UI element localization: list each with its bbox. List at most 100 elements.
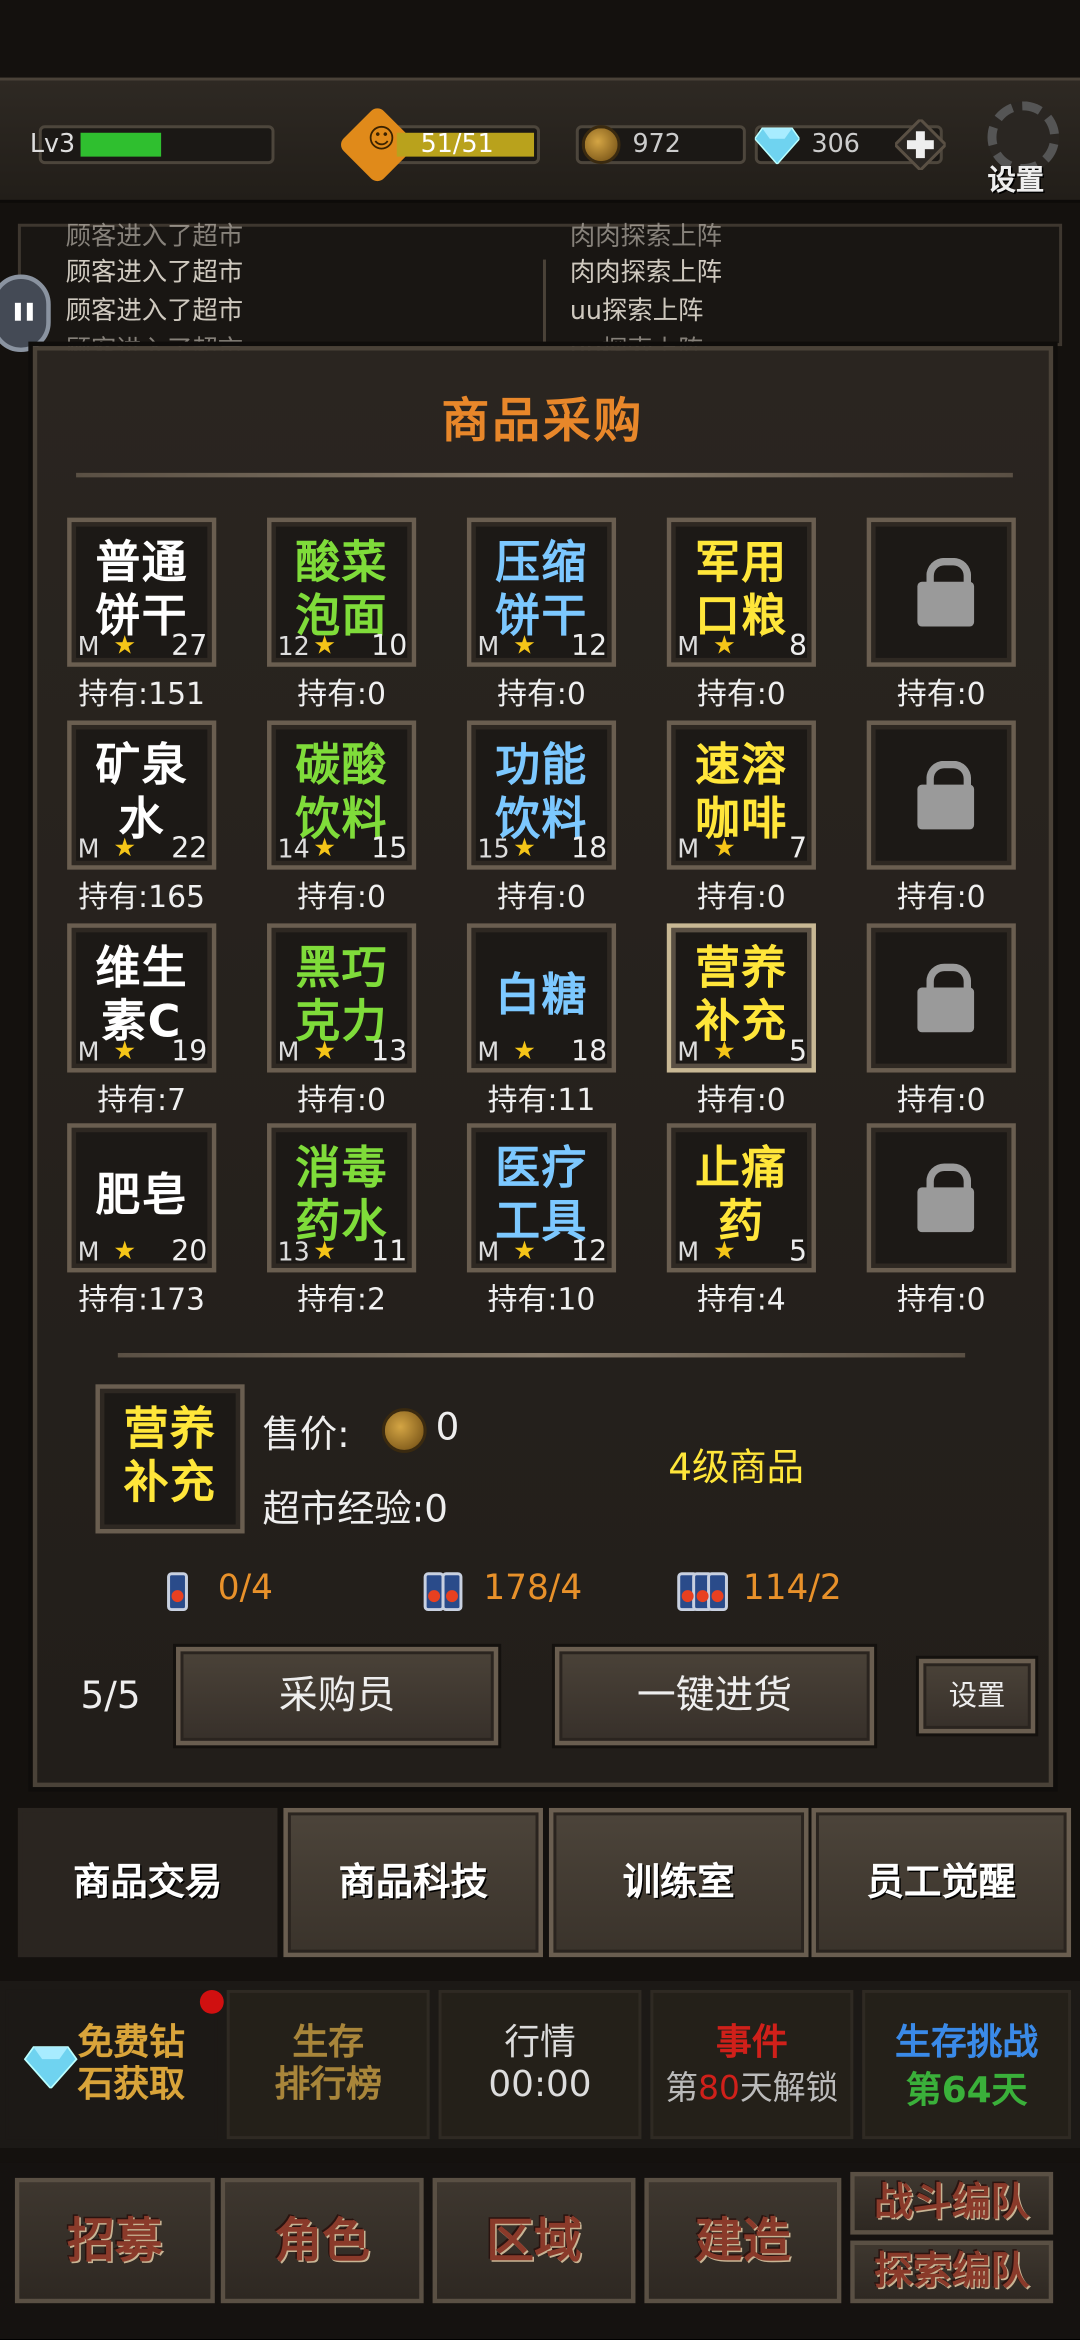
item-tier: M (277, 1038, 300, 1069)
item-owned: 持有:0 (697, 878, 786, 915)
item-tier: M (77, 1038, 100, 1069)
restock-all-button[interactable]: 一键进货 (554, 1646, 875, 1746)
coin-icon (581, 125, 621, 165)
purchase-settings-button[interactable]: 设置 (918, 1658, 1036, 1734)
item-slot[interactable]: 速溶 咖啡 M ★ 7 (666, 720, 816, 870)
dashboard: 免费钻 石获取 生存 排行榜 行情 00:00 事件 第80天解锁 生存挑战 第… (0, 1980, 1080, 2149)
item-count: 13 (371, 1035, 408, 1069)
item-count: 7 (788, 832, 808, 866)
buyer-count: 5/5 (80, 1673, 141, 1717)
item-owned: 持有:0 (896, 878, 986, 915)
nav-recruit[interactable]: 招募 (14, 2177, 215, 2304)
nav-explore-team[interactable]: 探索编队 (850, 2240, 1054, 2304)
locked-slot[interactable] (866, 720, 1016, 870)
log-divider (542, 259, 546, 347)
ranking-button[interactable]: 生存 排行榜 (226, 1989, 430, 2140)
lock-icon (917, 1163, 975, 1233)
item-slot[interactable]: 碳酸 饮料 14 ★ 15 (267, 720, 417, 870)
star-icon: ★ (513, 1236, 536, 1267)
item-slot[interactable]: 维生 素C M ★ 19 (67, 923, 217, 1073)
locked-slot[interactable] (866, 517, 1016, 667)
item-count: 11 (371, 1235, 408, 1268)
item-tier: 15 (477, 835, 510, 866)
level-label: Lv3 (29, 129, 76, 160)
item-count: 15 (371, 832, 408, 866)
item-slot[interactable]: 止痛药 M ★ 5 (666, 1123, 816, 1273)
item-slot[interactable]: 酸菜 泡面 12 ★ 10 (267, 517, 417, 667)
level-bar[interactable]: Lv3 (30, 125, 275, 165)
item-name: 黑巧 克力 (295, 942, 388, 1049)
tab-awaken[interactable]: 员工觉醒 (811, 1807, 1072, 1958)
nav-battle-team[interactable]: 战斗编队 (850, 2171, 1054, 2235)
log-right-2: uu探索上阵 (569, 296, 704, 327)
item-slot[interactable]: 功能 饮料 15 ★ 18 (466, 720, 617, 870)
ticket-icon-3 (677, 1569, 737, 1614)
item-name: 白糖 (495, 969, 588, 1022)
buyer-button[interactable]: 采购员 (176, 1646, 499, 1746)
stamina-bar[interactable]: ☺ 51/51 (337, 104, 540, 185)
item-tier: M (677, 1238, 700, 1268)
item-name: 营养 补充 (695, 942, 788, 1049)
tab-trade[interactable]: 商品交易 (17, 1807, 278, 1958)
item-slot[interactable]: 军用 口粮 M ★ 8 (666, 517, 816, 667)
event-button[interactable]: 事件 第80天解锁 (650, 1989, 854, 2140)
item-slot[interactable]: 普通 饼干 M ★ 27 (67, 517, 217, 667)
item-slot[interactable]: 肥皂 M ★ 20 (67, 1123, 217, 1273)
game-screen: Lv3 ☺ 51/51 972 306 设置 顾客进入了超市 顾客进入了超市 顾… (0, 0, 1080, 2340)
survival-challenge-button[interactable]: 生存挑战 第64天 (862, 1989, 1072, 2140)
bottom-nav: 招募 角色 区域 建造 战斗编队 探索编队 (0, 2162, 1080, 2340)
item-tier: 12 (277, 632, 310, 663)
item-slot[interactable]: 营养 补充 M ★ 5 (666, 923, 816, 1073)
tab-tech[interactable]: 商品科技 (283, 1807, 543, 1958)
locked-slot[interactable] (866, 923, 1016, 1073)
nav-characters[interactable]: 角色 (220, 2177, 424, 2304)
ranking-l1: 生存 (292, 2021, 364, 2064)
free-gems-button[interactable]: 免费钻 石获取 (5, 1989, 224, 2140)
item-name: 速溶 咖啡 (695, 739, 788, 846)
item-count: 19 (171, 1035, 208, 1069)
add-gems-icon[interactable] (895, 119, 946, 171)
free-gems-l2: 石获取 (77, 2063, 185, 2105)
item-slot[interactable]: 矿泉水 M ★ 22 (67, 720, 217, 870)
market-button[interactable]: 行情 00:00 (438, 1989, 642, 2140)
item-owned: 持有:2 (297, 1281, 386, 1318)
chat-bubble-button[interactable] (0, 274, 51, 353)
diamond-icon (754, 127, 800, 165)
star-icon: ★ (513, 1036, 536, 1067)
ticket-count-3: 114/2 (742, 1569, 842, 1609)
star-icon: ★ (313, 1236, 337, 1267)
item-tier: M (677, 1038, 700, 1069)
nav-region[interactable]: 区域 (432, 2177, 636, 2304)
log-left-1: 顾客进入了超市 (65, 258, 244, 288)
price-label: 售价: (262, 1412, 350, 1456)
item-count: 18 (571, 1035, 608, 1069)
price-value: 0 (435, 1405, 460, 1449)
free-gems-l1: 免费钻 (77, 2021, 185, 2064)
item-name: 普通 饼干 (95, 537, 188, 643)
item-slot[interactable]: 白糖 M ★ 18 (466, 923, 617, 1073)
item-owned: 持有:10 (487, 1281, 596, 1318)
item-slot[interactable]: 黑巧 克力 M ★ 13 (267, 923, 417, 1073)
log-right-0: 肉肉探索上阵 (569, 222, 722, 253)
item-count: 22 (171, 832, 208, 866)
item-slot[interactable]: 压缩 饼干 M ★ 12 (466, 517, 617, 667)
item-name: 军用 口粮 (695, 537, 788, 643)
item-tier: M (477, 632, 500, 663)
item-owned: 持有:173 (78, 1281, 206, 1318)
locked-slot[interactable] (866, 1123, 1016, 1273)
tab-training[interactable]: 训练室 (548, 1807, 809, 1958)
item-name: 功能 饮料 (495, 739, 588, 846)
item-tier: 13 (277, 1238, 310, 1268)
star-icon: ★ (513, 630, 536, 661)
title-divider (76, 472, 1013, 478)
item-slot[interactable]: 医疗 工具 M ★ 12 (466, 1123, 617, 1273)
challenge-l1: 生存挑战 (895, 2021, 1039, 2064)
event-log[interactable]: 顾客进入了超市 顾客进入了超市 顾客进入了超市 顾客进入了超市 肉肉探索上阵 肉… (17, 222, 1063, 365)
item-slot[interactable]: 消毒 药水 13 ★ 11 (267, 1123, 417, 1273)
lock-icon (917, 963, 975, 1033)
nav-build[interactable]: 建造 (644, 2177, 842, 2304)
price-coin-icon (381, 1408, 427, 1453)
settings-button[interactable]: 设置 (979, 101, 1069, 197)
coin-value: 972 (632, 129, 681, 160)
ticket-icon-1 (164, 1569, 200, 1614)
